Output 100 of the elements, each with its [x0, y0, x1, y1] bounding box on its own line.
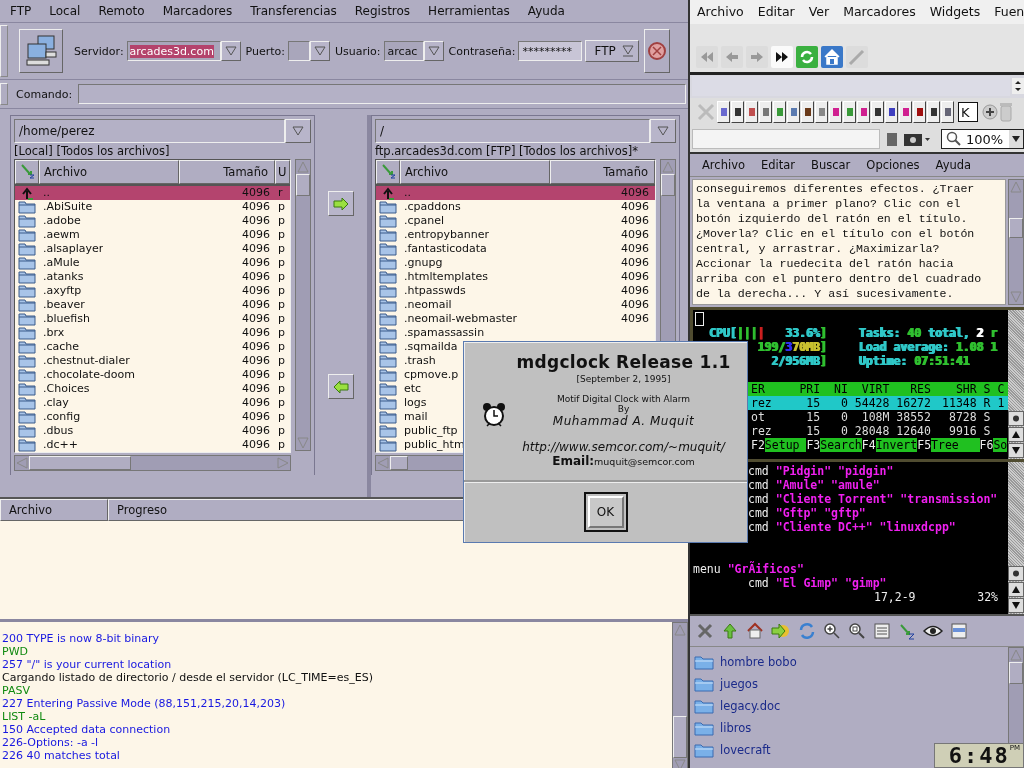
file-size: 4096 [241, 228, 271, 242]
file-name: .. [42, 186, 50, 200]
file-name: .htpasswds [403, 284, 466, 298]
file-name: .htmltemplates [403, 270, 488, 284]
file-name: .cpaddons [403, 200, 461, 214]
table-cell-text: 12640 [895, 424, 931, 438]
field-label: Comando: [16, 87, 73, 101]
key-label: F6 [979, 438, 994, 452]
column-header: C [996, 382, 1005, 396]
file-name: public_ftp [403, 424, 458, 438]
file-name: .spamassassin [403, 326, 485, 340]
file-size: 4096 [620, 214, 650, 228]
email-address: muquit@semcor.com [594, 456, 695, 467]
file-size: 4096 [620, 228, 650, 242]
log-line: 150 Accepted data connection [2, 723, 172, 736]
summary-text: Tasks: 40 total, 2 r [859, 326, 999, 340]
table-cell-text: 9916 [947, 424, 977, 438]
file-name: .aMule [42, 256, 80, 270]
table-cell-text: 8728 [947, 410, 977, 424]
log-line: 226-Options: -a -l [2, 736, 100, 749]
file-name: mail [403, 410, 428, 424]
table-cell-text: S [982, 424, 991, 438]
table-cell-text: 0 [839, 396, 848, 410]
file-name: .neomail-webmaster [403, 312, 518, 326]
column-header: ER [751, 382, 766, 396]
scroll-percent: 32% [977, 590, 998, 604]
file-size: 4096 [241, 270, 271, 284]
file-name: .atanks [42, 270, 84, 284]
file-name: .chocolate-doom [42, 368, 136, 382]
file-name: public_htm [403, 438, 465, 452]
file-name: .alsaplayer [42, 242, 104, 256]
log-line: LIST -aL [2, 710, 47, 723]
file-user: p [277, 354, 286, 368]
table-cell-text: S [982, 410, 991, 424]
file-name: .. [403, 186, 411, 200]
log-line: PASV [2, 684, 31, 697]
table-cell-text: 15 [805, 410, 821, 424]
table-cell-text: R [982, 396, 991, 410]
file-user: p [277, 368, 286, 382]
file-user: p [277, 200, 286, 214]
column-header: SHR [954, 382, 977, 396]
code-line: cmd "Pidgin" "pidgin" [747, 464, 895, 478]
code-line: cmd "Cliente DC++" "linuxdcpp" [747, 520, 957, 534]
file-name: .Choices [42, 382, 90, 396]
key-label: F3 [806, 438, 821, 452]
file-user: p [277, 326, 286, 340]
file-name: .axyftp [42, 284, 82, 298]
release-date: [September 2, 1995] [576, 374, 671, 384]
file-name: .AbiSuite [42, 200, 93, 214]
file-user: p [277, 242, 286, 256]
table-cell-text: 16272 [895, 396, 931, 410]
file-name: .entropybanner [403, 228, 489, 242]
file-user: p [277, 424, 286, 438]
field-label: Puerto: [245, 44, 286, 58]
table-cell-text: ot [751, 410, 766, 424]
meter-text: CPU[|||| 33.6%] [709, 326, 827, 340]
file-user: p [277, 312, 286, 326]
file-size: 4096 [241, 354, 271, 368]
file-name: .gnupg [403, 256, 443, 270]
file-user: p [277, 214, 286, 228]
column-header: PRI [798, 382, 821, 396]
file-size: 4096 [241, 368, 271, 382]
table-cell-text: rez [751, 424, 773, 438]
log-line: 200 TYPE is now 8-bit binary [2, 632, 161, 645]
file-size: 4096 [241, 284, 271, 298]
file-size: 4096 [241, 340, 271, 354]
file-name: .clay [42, 396, 69, 410]
file-user: p [277, 410, 286, 424]
summary-text: Uptime: 07:51:41 [859, 354, 971, 368]
file-name: .chestnut-dialer [42, 354, 130, 368]
file-name: .config [42, 410, 81, 424]
key-label: F2 [751, 438, 765, 452]
file-size: 4096 [620, 312, 650, 326]
column-header: NI [833, 382, 848, 396]
file-name: .cpanel [403, 214, 445, 228]
file-user: p [277, 228, 286, 242]
file-name: .brx [42, 326, 65, 340]
file-user: p [277, 438, 286, 452]
dialog-title: mdgclock Release 1.1 [516, 352, 731, 372]
email-label: Email: [552, 454, 595, 468]
clock-time: 6:48 [948, 744, 1010, 768]
file-name: .bluefish [42, 312, 90, 326]
file-size: 4096 [241, 438, 271, 452]
table-cell-text: 38552 [895, 410, 931, 424]
file-size: 4096 [241, 242, 271, 256]
meter-text: 199/370MB] [757, 340, 827, 354]
table-cell-text: 15 [805, 424, 821, 438]
table-cell-text: 15 [805, 396, 821, 410]
field-label: Servidor: [74, 44, 124, 58]
file-size: 4096 [241, 186, 271, 200]
table-cell-text: 0 [839, 424, 848, 438]
code-line: cmd "Gftp" "gftp" [747, 506, 867, 520]
file-user: p [277, 256, 286, 270]
file-size: 4096 [241, 200, 271, 214]
file-size: 4096 [241, 312, 271, 326]
log-line: 227 Entering Passive Mode (88,151,215,20,14,203) [2, 697, 287, 710]
table-cell-text: 28048 [853, 424, 890, 438]
cursor-position: 17,2-9 [874, 590, 916, 604]
file-name: .aewm [42, 228, 80, 242]
log-line: Cargando listado de directorio / desde el servidor (LC_TIME=es_ES) [2, 671, 374, 684]
